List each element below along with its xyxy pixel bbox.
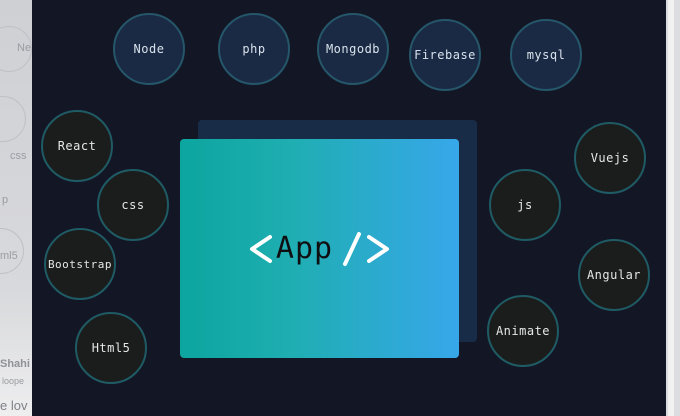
background-page-right [666,0,680,416]
ghost-text: Shahi [0,358,30,370]
ghost-text: ml5 [0,250,18,262]
app-label: App [275,231,334,266]
tech-stack-stage: Node php Mongodb Firebase mysql React cs… [32,0,666,416]
ghost-text: p [2,194,9,206]
ghost-text: css [10,150,27,162]
bubble-angular: Angular [578,239,650,311]
bubble-css: css [97,169,169,241]
ghost-bubble [0,96,26,142]
app-panel: App [180,139,459,358]
ghost-text: e lov [0,398,28,413]
bubble-react: React [41,110,113,182]
bubble-html5: Html5 [75,312,147,384]
bubble-php: php [218,13,290,85]
code-close-slash-icon [343,231,390,266]
code-open-bracket-icon [249,234,272,263]
bubble-js: js [489,169,561,241]
background-page-left: Ne css p ml5 Shahi loope e lov [0,0,32,416]
bubble-firebase: Firebase [409,19,481,91]
bubble-animate: Animate [487,295,559,367]
ghost-text: loope [2,376,25,386]
bubble-vuejs: Vuejs [574,122,646,194]
bubble-bootstrap: Bootstrap [44,228,116,300]
ghost-text: Ne [17,42,32,54]
bubble-mysql: mysql [510,19,582,91]
scroll-strip [668,0,674,416]
bubble-mongodb: Mongodb [317,13,389,85]
bubble-node: Node [113,13,185,85]
